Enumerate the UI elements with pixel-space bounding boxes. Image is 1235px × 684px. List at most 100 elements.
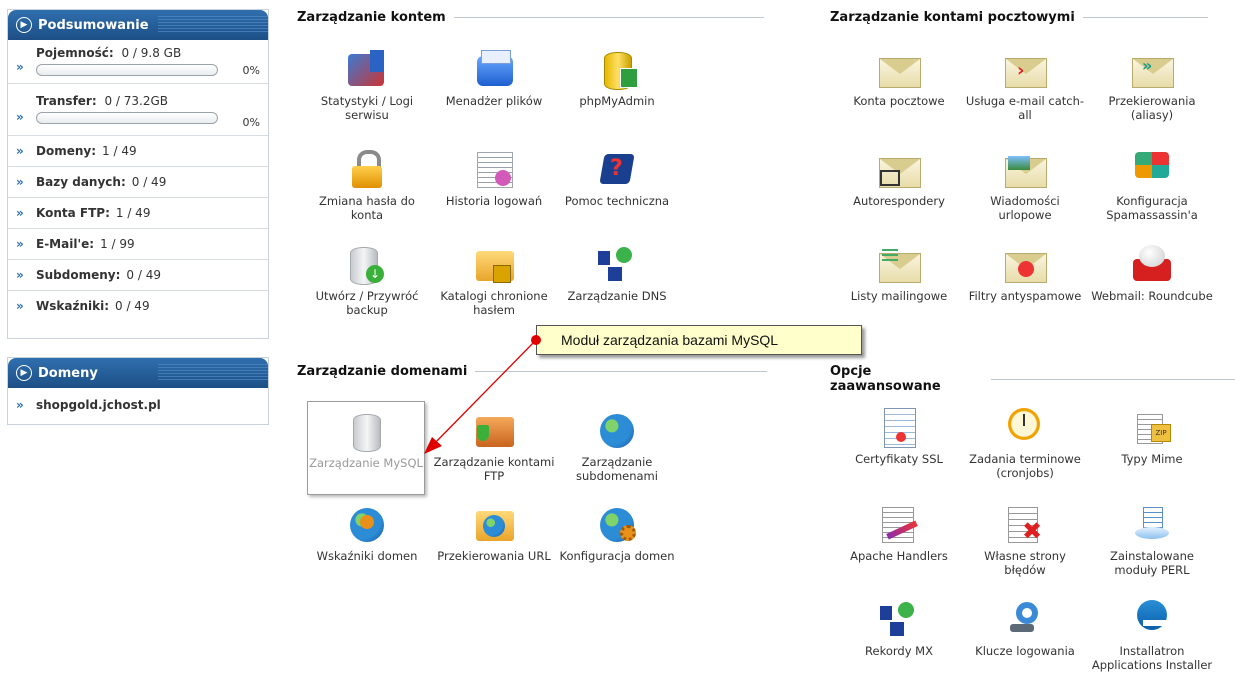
tile-label: Zarządzanie MySQL (309, 456, 423, 470)
tile-installatron[interactable]: Installatron Applications Installer (1090, 600, 1214, 672)
tile-cronjobs[interactable]: Zadania terminowe (cronjobs) (963, 408, 1087, 480)
summary-row-domains[interactable]: » Domeny: 1 / 49 (8, 136, 268, 167)
tile-label: Konta pocztowe (853, 94, 945, 108)
arrow-right-icon: » (16, 110, 24, 124)
support-icon: ? (594, 150, 640, 190)
summary-row-value: 1 / 99 (100, 237, 135, 251)
tile-phpmyadmin[interactable]: phpMyAdmin (555, 50, 679, 108)
tile-dns[interactable]: Zarządzanie DNS (555, 245, 679, 303)
section-title-text: Zarządzanie domenami (297, 364, 468, 379)
summary-row-subdomains[interactable]: » Subdomeny: 0 / 49 (8, 260, 268, 291)
tile-vacation[interactable]: Wiadomości urlopowe (963, 150, 1087, 222)
capacity-label: Pojemność: (36, 46, 114, 60)
installatron-icon (1129, 600, 1175, 640)
summary-row-pointers[interactable]: » Wskaźniki: 0 / 49 (8, 291, 268, 321)
domains-panel: ▶ Domeny » shopgold.jchost.pl (7, 357, 269, 425)
tile-label: Zarządzanie subdomenami (576, 455, 658, 483)
tile-mx-records[interactable]: Rekordy MX (837, 600, 961, 658)
tile-label: Filtry antyspamowe (968, 289, 1082, 303)
tile-subdomains[interactable]: Zarządzanie subdomenami (555, 411, 679, 483)
summary-row-databases[interactable]: » Bazy danych: 0 / 49 (8, 167, 268, 198)
tile-label: Historia logowań (445, 194, 543, 208)
tooltip-dot-icon (531, 335, 541, 345)
protected-folder-icon (471, 245, 517, 285)
tile-label: Installatron Applications Installer (1091, 644, 1213, 672)
summary-row-label: Wskaźniki: (36, 299, 109, 313)
arrow-right-icon: » (16, 60, 24, 74)
tile-statistics[interactable]: Statystyki / Logi serwisu (305, 50, 429, 122)
tile-domain-config[interactable]: Konfiguracja domen (555, 505, 679, 563)
arrow-right-icon: » (16, 299, 24, 313)
section-title-text: Opcje zaawansowane (830, 364, 941, 394)
tile-mysql[interactable]: Zarządzanie MySQL (307, 401, 425, 495)
tile-spamassassin[interactable]: Konfiguracja Spamassassin'a (1090, 150, 1214, 222)
padlock-icon (344, 150, 390, 190)
statistics-icon (344, 50, 390, 90)
domains-header[interactable]: ▶ Domeny (8, 358, 268, 388)
tile-label: Wskaźniki domen (316, 549, 418, 563)
tile-change-password[interactable]: Zmiana hasła do konta (305, 150, 429, 222)
tile-label: Zarządzanie DNS (567, 289, 667, 303)
transfer-progress-bar (36, 112, 218, 124)
tile-backup[interactable]: ↓ Utwórz / Przywróć backup (305, 245, 429, 317)
tile-spam-filters[interactable]: Filtry antyspamowe (963, 245, 1087, 303)
ftp-folder-icon (471, 411, 517, 451)
forward-envelope-icon: » (1129, 50, 1175, 90)
arrow-right-icon: » (16, 237, 24, 251)
summary-row-label: E-Mail'e: (36, 237, 95, 251)
tile-apache-handlers[interactable]: Apache Handlers (837, 505, 961, 563)
summary-row-emails[interactable]: » E-Mail'e: 1 / 99 (8, 229, 268, 260)
tile-protected-dirs[interactable]: Katalogi chronione hasłem (432, 245, 556, 317)
tile-url-redirects[interactable]: Przekierowania URL (432, 505, 556, 563)
transfer-stat: » Transfer: 0 / 73.2GB 0% (8, 84, 268, 136)
capacity-stat: » Pojemność: 0 / 9.8 GB 0% (8, 40, 268, 84)
roundcube-icon (1129, 245, 1175, 285)
tile-login-keys[interactable]: Klucze logowania (963, 600, 1087, 658)
domain-name: shopgold.jchost.pl (36, 398, 161, 412)
tile-label: Menadżer plików (445, 94, 543, 108)
domain-item[interactable]: » shopgold.jchost.pl (8, 388, 268, 422)
tile-support[interactable]: ? Pomoc techniczna (555, 150, 679, 208)
tile-mail-accounts[interactable]: Konta pocztowe (837, 50, 961, 108)
tile-label: Wiadomości urlopowe (990, 194, 1060, 222)
tile-label: Konfiguracja Spamassassin'a (1106, 194, 1198, 222)
tile-label: Webmail: Roundcube (1091, 289, 1213, 303)
tile-autoresponders[interactable]: Autorespondery (837, 150, 961, 208)
vacation-envelope-icon (1002, 150, 1048, 190)
tile-ssl[interactable]: Certyfikaty SSL (837, 408, 961, 466)
tile-mailing-lists[interactable]: Listy mailingowe (837, 245, 961, 303)
arrow-right-icon: » (16, 268, 24, 282)
tile-error-pages[interactable]: ✖ Własne strony błędów (963, 505, 1087, 577)
section-title-mail: Zarządzanie kontami pocztowymi (830, 10, 1208, 25)
tile-login-history[interactable]: Historia logowań (432, 150, 556, 208)
tile-label: Zainstalowane moduły PERL (1109, 549, 1194, 577)
tile-perl-modules[interactable]: Zainstalowane moduły PERL (1090, 505, 1214, 577)
capacity-progress-bar (36, 64, 218, 76)
summary-row-value: 1 / 49 (102, 144, 137, 158)
tile-file-manager[interactable]: Menadżer plików (432, 50, 556, 108)
tooltip: Moduł zarządzania bazami MySQL (531, 325, 862, 355)
summary-row-ftp[interactable]: » Konta FTP: 1 / 49 (8, 198, 268, 229)
tile-mime-types[interactable]: ZIP Typy Mime (1090, 408, 1214, 466)
tile-ftp-accounts[interactable]: Zarządzanie kontami FTP (432, 411, 556, 483)
summary-header[interactable]: ▶ Podsumowanie (8, 10, 268, 40)
mime-types-icon: ZIP (1129, 408, 1175, 448)
apache-feather-icon (876, 505, 922, 545)
tile-domain-pointers[interactable]: Wskaźniki domen (305, 505, 429, 563)
summary-row-label: Bazy danych: (36, 175, 126, 189)
tile-label: Certyfikaty SSL (855, 452, 943, 466)
arrow-right-icon: » (16, 144, 24, 158)
tile-label: Własne strony błędów (984, 549, 1066, 577)
summary-row-label: Domeny: (36, 144, 97, 158)
tile-catch-all[interactable]: › Usługa e-mail catch-all (963, 50, 1087, 122)
tile-label: Pomoc techniczna (564, 194, 670, 208)
tile-aliases[interactable]: » Przekierowania (aliasy) (1090, 50, 1214, 123)
tile-label: Listy mailingowe (850, 289, 948, 303)
tile-label: Statystyki / Logi serwisu (320, 94, 414, 122)
summary-row-value: 0 / 49 (131, 175, 167, 189)
envelope-icon (876, 50, 922, 90)
summary-row-value: 1 / 49 (115, 206, 151, 220)
tile-label: phpMyAdmin (579, 94, 655, 108)
database-icon (343, 412, 389, 452)
tile-webmail[interactable]: Webmail: Roundcube (1090, 245, 1214, 303)
